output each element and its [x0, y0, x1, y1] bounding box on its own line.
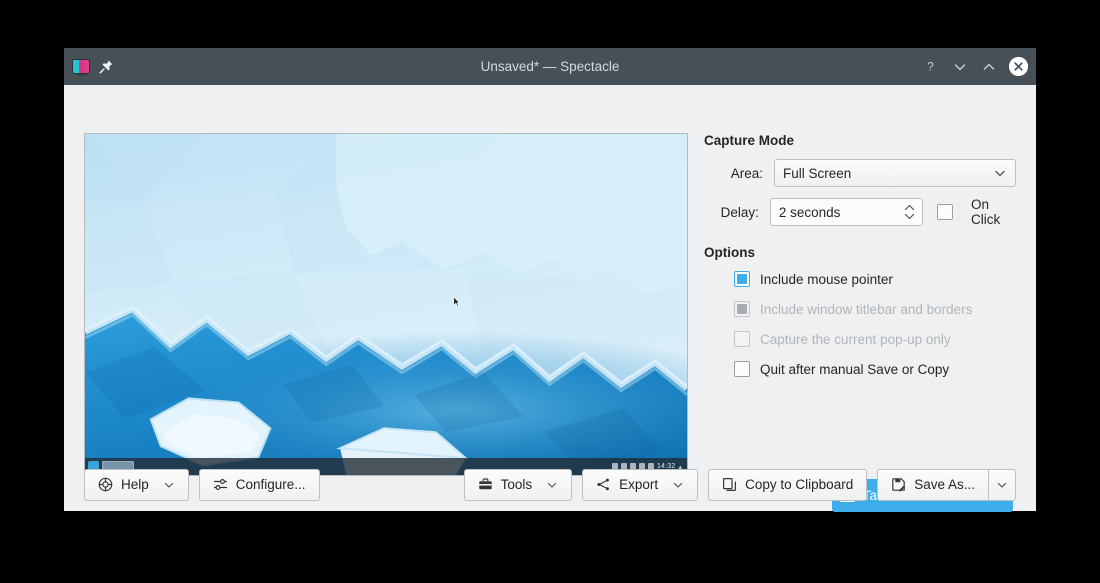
capture-mode-heading: Capture Mode [704, 133, 795, 148]
chevron-down-icon [163, 479, 175, 491]
export-menu-button[interactable]: Export [582, 468, 699, 501]
toolbox-icon [478, 477, 493, 492]
svg-text:?: ? [927, 60, 934, 74]
capture-popup-checkbox [734, 331, 750, 347]
delay-label: Delay: [720, 204, 759, 220]
sliders-icon [213, 477, 228, 492]
settings-column: Capture Mode Area: Full Screen Delay: 2 … [704, 133, 1016, 377]
help-label: Help [121, 477, 149, 492]
on-click-checkbox[interactable] [936, 204, 953, 220]
quit-after-save-checkbox[interactable] [734, 361, 750, 377]
share-icon [596, 477, 611, 492]
area-label: Area: [730, 165, 763, 181]
copy-to-clipboard-button[interactable]: Copy to Clipboard [708, 468, 868, 501]
wallpaper-image [85, 134, 687, 475]
option-include-mouse-pointer[interactable]: Include mouse pointer [704, 271, 1016, 287]
on-click-label: On Click [970, 197, 1001, 227]
option-quit-after-save[interactable]: Quit after manual Save or Copy [704, 361, 1016, 377]
delay-value: 2 seconds [778, 204, 841, 220]
minimize-button[interactable] [951, 58, 968, 75]
option-label: Include mouse pointer [760, 271, 893, 287]
include-titlebar-checkbox [734, 301, 750, 317]
options-heading: Options [704, 245, 755, 260]
area-row: Area: Full Screen [704, 159, 1016, 187]
window-titlebar[interactable]: Unsaved* — Spectacle ? [64, 48, 1036, 85]
screenshot-preview[interactable]: 14:32 ▴ [84, 133, 688, 476]
delay-stepper[interactable] [898, 199, 922, 225]
chevron-up-icon [983, 63, 994, 70]
spectacle-monitor-icon [72, 59, 90, 76]
option-include-window-titlebar: Include window titlebar and borders [704, 301, 1016, 317]
chevron-down-icon[interactable] [904, 213, 915, 220]
save-as-split-button: Save As... [877, 468, 1016, 501]
spectacle-window: Unsaved* — Spectacle ? 14:32 ▴ Capture M… [64, 48, 1036, 512]
titlebar-left-controls [72, 59, 114, 76]
copy-label: Copy to Clipboard [745, 477, 854, 492]
chevron-down-icon [672, 479, 684, 491]
chevron-down-icon [954, 63, 965, 70]
copy-icon [722, 477, 737, 492]
chevron-up-icon[interactable] [904, 204, 915, 211]
titlebar-buttons: ? [922, 57, 1028, 76]
save-as-button[interactable]: Save As... [877, 468, 988, 501]
delay-row: Delay: 2 seconds On Click [704, 197, 1016, 227]
maximize-button[interactable] [980, 58, 997, 75]
close-circle-icon [1009, 57, 1028, 76]
option-capture-popup-only: Capture the current pop-up only [704, 331, 1016, 347]
on-click-row[interactable]: On Click [936, 197, 1016, 227]
export-label: Export [619, 477, 659, 492]
configure-label: Configure... [235, 477, 306, 492]
area-combobox[interactable]: Full Screen [774, 159, 1016, 187]
delay-spinbox[interactable]: 2 seconds [769, 198, 923, 226]
help-menu-button[interactable]: Help [84, 468, 189, 501]
option-label: Include window titlebar and borders [760, 301, 973, 317]
area-value: Full Screen [783, 165, 852, 181]
chevron-down-icon [546, 479, 558, 491]
chevron-down-icon [995, 170, 1005, 177]
bottom-toolbar: Help Configure... Tools Export Copy to C… [64, 458, 1036, 511]
save-as-icon [891, 477, 906, 492]
keep-above-pin-icon[interactable] [99, 59, 114, 74]
save-as-dropdown-button[interactable] [988, 468, 1016, 501]
lifebuoy-icon [98, 477, 113, 492]
tools-label: Tools [500, 477, 533, 492]
window-body: 14:32 ▴ Capture Mode Area: Full Screen D… [64, 85, 1036, 512]
close-button[interactable] [1009, 57, 1028, 76]
chevron-down-icon [996, 479, 1008, 491]
include-mouse-pointer-checkbox[interactable] [734, 271, 750, 287]
option-label: Quit after manual Save or Copy [760, 361, 950, 377]
configure-button[interactable]: Configure... [198, 468, 320, 501]
option-label: Capture the current pop-up only [760, 331, 951, 347]
save-as-label: Save As... [914, 477, 975, 492]
tools-menu-button[interactable]: Tools [463, 468, 573, 501]
mouse-pointer-icon [453, 296, 460, 307]
help-button[interactable]: ? [922, 58, 939, 75]
window-title: Unsaved* — Spectacle [480, 59, 620, 74]
